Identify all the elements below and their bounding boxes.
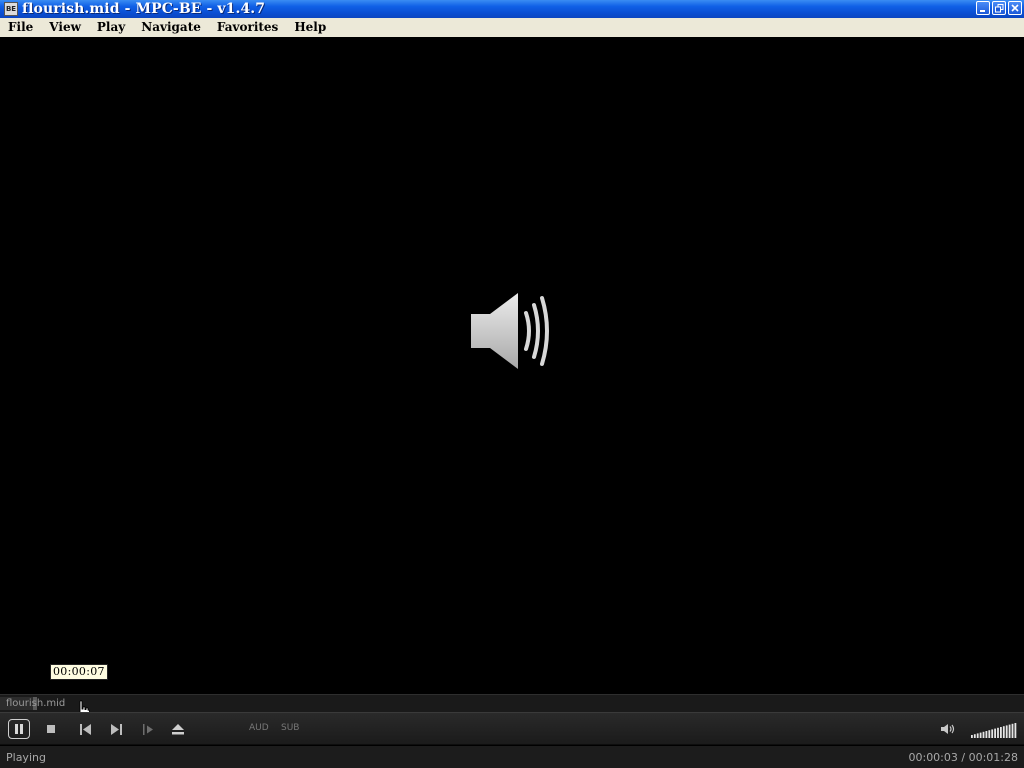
eject-button[interactable]	[167, 719, 189, 739]
menu-bar: File View Play Navigate Favorites Help	[0, 18, 1024, 37]
window-controls	[976, 1, 1022, 15]
volume-bar	[1002, 726, 1005, 738]
volume-slider[interactable]	[971, 722, 1017, 738]
volume-bar	[971, 735, 973, 738]
volume-bar	[1014, 723, 1017, 738]
volume-bar	[1000, 727, 1002, 738]
status-bar: Playing 00:00:03 / 00:01:28	[0, 746, 1024, 768]
volume-bar	[979, 732, 982, 738]
next-button[interactable]	[105, 719, 127, 739]
volume-bar	[988, 730, 991, 738]
minimize-icon	[980, 10, 985, 12]
restore-button[interactable]	[992, 1, 1006, 15]
mute-button[interactable]	[937, 719, 959, 739]
frame-step-button[interactable]	[137, 719, 159, 739]
close-button[interactable]	[1008, 1, 1022, 15]
skip-forward-icon	[110, 723, 122, 735]
title-bar[interactable]: BE flourish.mid - MPC-BE - v1.4.7	[0, 0, 1024, 18]
minimize-button[interactable]	[976, 1, 990, 15]
frame-step-icon	[142, 723, 153, 735]
stop-button[interactable]	[40, 719, 62, 739]
subtitle-track-button[interactable]: SUB	[281, 723, 299, 733]
volume-bar	[976, 733, 979, 738]
time-display: 00:00:03 / 00:01:28	[908, 751, 1018, 764]
pause-button[interactable]	[8, 719, 30, 739]
eject-icon	[172, 723, 184, 734]
restore-icon	[994, 3, 1003, 12]
close-icon	[1011, 4, 1019, 12]
previous-button[interactable]	[74, 719, 96, 739]
menu-play[interactable]: Play	[89, 18, 133, 37]
window-title: flourish.mid - MPC-BE - v1.4.7	[22, 1, 266, 17]
volume-bar	[991, 729, 994, 738]
stop-icon	[47, 725, 55, 733]
menu-file[interactable]: File	[0, 18, 41, 37]
volume-bar	[982, 731, 985, 738]
playback-toolbar: AUD SUB	[0, 712, 1024, 745]
volume-bar	[997, 727, 999, 738]
seek-time-tooltip: 00:00:07	[50, 664, 108, 680]
volume-bar	[973, 734, 976, 738]
volume-bar	[994, 728, 996, 738]
seek-bar[interactable]: flourish.mid	[0, 694, 1024, 712]
skip-back-icon	[79, 723, 91, 735]
menu-help[interactable]: Help	[286, 18, 334, 37]
volume-bar	[1005, 725, 1008, 738]
menu-navigate[interactable]: Navigate	[133, 18, 209, 37]
volume-bar	[1008, 724, 1011, 738]
seek-filename: flourish.mid	[6, 698, 66, 709]
volume-bar	[1011, 723, 1014, 738]
mpc-be-icon[interactable]: BE	[4, 2, 18, 16]
audio-track-button[interactable]: AUD	[249, 723, 269, 733]
playback-status: Playing	[6, 751, 46, 764]
pause-icon	[15, 724, 23, 734]
menu-view[interactable]: View	[41, 18, 89, 37]
volume-icon	[941, 724, 955, 734]
speaker-audio-icon	[471, 293, 549, 369]
volume-bar	[985, 731, 988, 738]
menu-favorites[interactable]: Favorites	[209, 18, 286, 37]
